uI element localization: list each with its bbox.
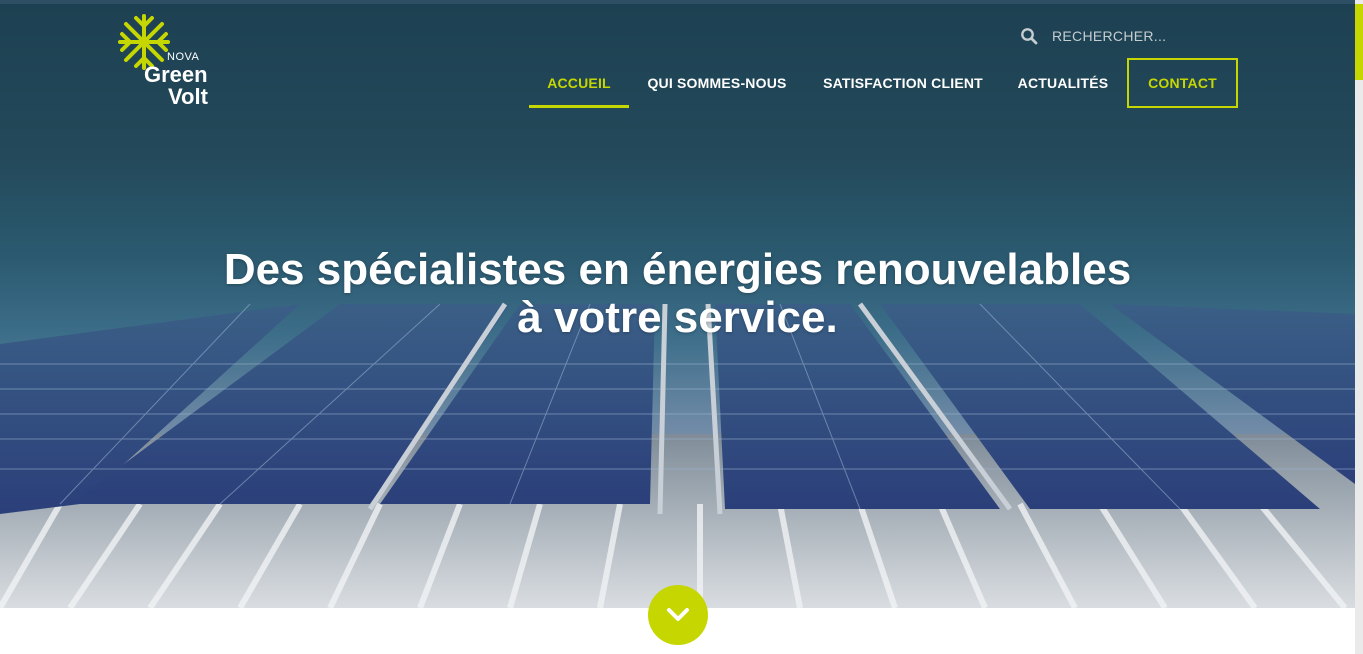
nav-item-qui-sommes-nous[interactable]: QUI SOMMES-NOUS: [641, 58, 793, 108]
hero-title: Des spécialistes en énergies renouvelabl…: [0, 246, 1355, 342]
logo-volt-text: Volt: [168, 84, 208, 109]
nav-item-contact[interactable]: CONTACT: [1127, 58, 1238, 108]
nav-item-accueil[interactable]: ACCUEIL: [529, 58, 629, 108]
search-field[interactable]: RECHERCHER...: [1020, 24, 1166, 48]
search-placeholder[interactable]: RECHERCHER...: [1052, 28, 1166, 44]
chevron-down-icon: [667, 608, 689, 621]
nav-item-satisfaction-client[interactable]: SATISFACTION CLIENT: [813, 58, 993, 108]
nav-item-actualites[interactable]: ACTUALITÉS: [1010, 58, 1116, 108]
site-logo[interactable]: NOVA Green Volt: [116, 12, 226, 112]
hero-title-line1: Des spécialistes en énergies renouvelabl…: [223, 245, 1132, 294]
hero-title-line2: à votre service.: [517, 293, 838, 342]
scroll-down-button[interactable]: [648, 585, 708, 645]
scrollbar-thumb[interactable]: [1355, 4, 1363, 80]
page-scrollbar[interactable]: [1355, 0, 1363, 654]
search-icon[interactable]: [1020, 27, 1038, 45]
